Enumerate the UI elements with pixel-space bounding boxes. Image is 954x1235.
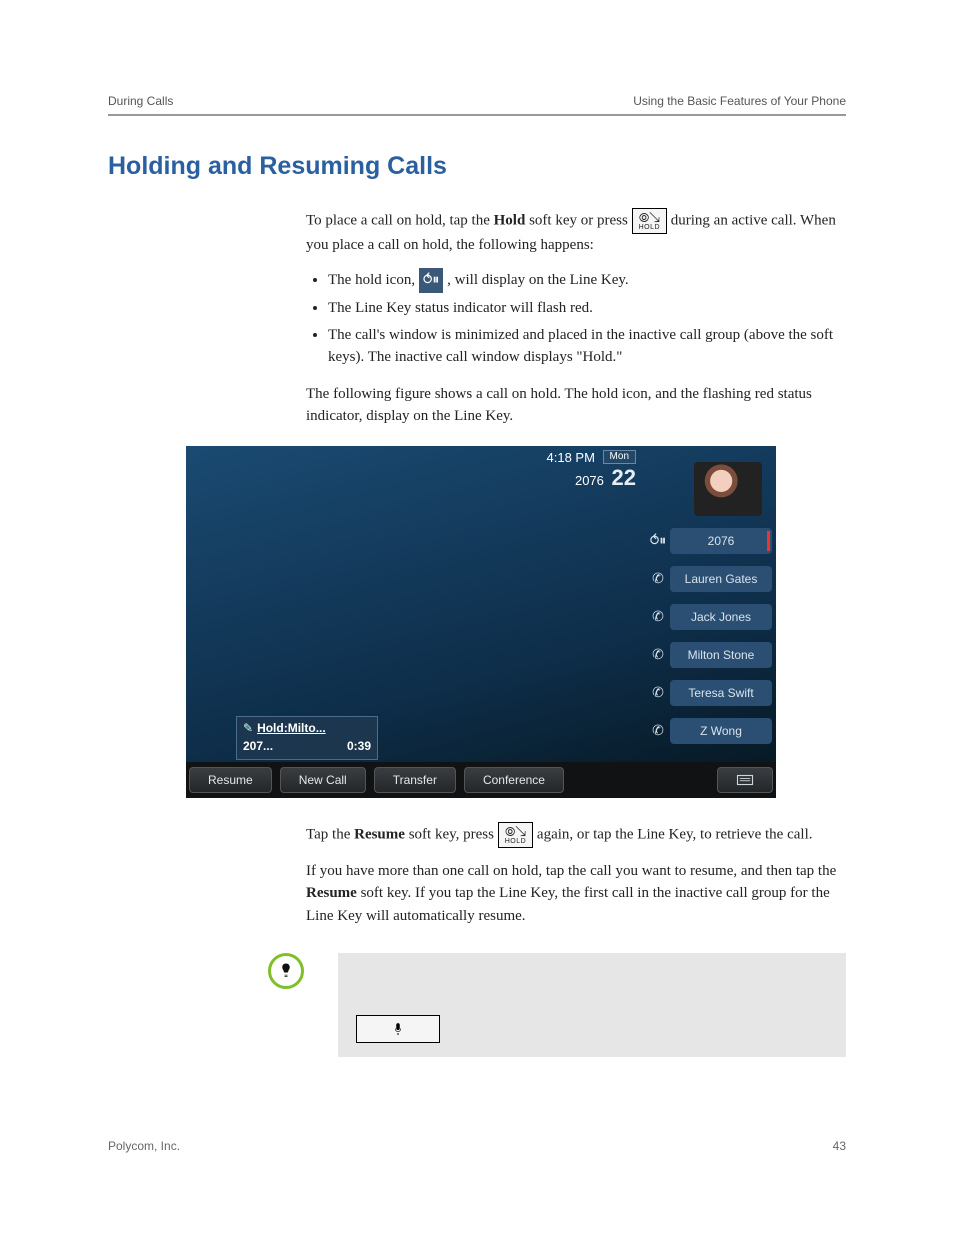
softkey-resume[interactable]: Resume bbox=[189, 767, 272, 793]
footer-left: Polycom, Inc. bbox=[108, 1137, 180, 1155]
speed-dial-icon: ✆ bbox=[646, 721, 670, 741]
footer-right: 43 bbox=[833, 1137, 846, 1155]
softkey-new-call[interactable]: New Call bbox=[280, 767, 366, 793]
speed-dial-icon: ✆ bbox=[646, 683, 670, 703]
status-ext: 2076 bbox=[575, 473, 604, 488]
hold-card-title: Hold:Milto... bbox=[257, 721, 326, 735]
hold-card-num: 207... bbox=[243, 737, 273, 755]
avatar bbox=[694, 462, 762, 516]
bullet-2: The Line Key status indicator will flash… bbox=[328, 297, 846, 320]
speed-dial-icon: ✆ bbox=[646, 645, 670, 665]
softkey-conference[interactable]: Conference bbox=[464, 767, 564, 793]
running-header: During Calls Using the Basic Features of… bbox=[108, 92, 846, 116]
softkey-more[interactable] bbox=[717, 767, 773, 793]
status-header: 4:18 PM Mon 2076 22 bbox=[547, 450, 637, 492]
para-4: If you have more than one call on hold, … bbox=[306, 860, 846, 928]
status-led bbox=[767, 531, 770, 551]
mute-key-icon bbox=[356, 1015, 440, 1043]
tip-callout bbox=[108, 953, 846, 1057]
bullet-list: The hold icon, ⥀⏸ , will display on the … bbox=[306, 268, 846, 369]
hold-key-icon: ⦾↘ HOLD bbox=[632, 208, 667, 234]
hold-label: Hold bbox=[494, 212, 526, 228]
line-key-4[interactable]: ✆ Teresa Swift bbox=[646, 678, 772, 708]
line-key-2[interactable]: ✆ Jack Jones bbox=[646, 602, 772, 632]
line-key-0[interactable]: ⥀⏸ 2076 bbox=[646, 526, 772, 556]
hold-icon: ⥀⏸ bbox=[646, 531, 670, 551]
softkey-bar: Resume New Call Transfer Conference bbox=[186, 762, 776, 798]
line-key-5[interactable]: ✆ Z Wong bbox=[646, 716, 772, 746]
header-left: During Calls bbox=[108, 92, 173, 110]
bullet-1: The hold icon, ⥀⏸ , will display on the … bbox=[328, 268, 846, 293]
resume-label-2: Resume bbox=[306, 885, 357, 901]
body-content: To place a call on hold, tap the Hold so… bbox=[306, 208, 846, 428]
status-date: 22 bbox=[612, 465, 636, 491]
hold-line-icon: ⥀⏸ bbox=[419, 268, 444, 293]
section-title: Holding and Resuming Calls bbox=[108, 148, 846, 186]
bullet-3: The call's window is minimized and place… bbox=[328, 324, 846, 369]
speed-dial-icon: ✆ bbox=[646, 607, 670, 627]
line-key-column: ⥀⏸ 2076 ✆ Lauren Gates ✆ Jack Jones ✆ Mi… bbox=[646, 526, 772, 754]
softkey-transfer[interactable]: Transfer bbox=[374, 767, 456, 793]
inactive-call-card[interactable]: ✎ Hold:Milto... 207... 0:39 bbox=[236, 716, 378, 760]
para-2: The following figure shows a call on hol… bbox=[306, 383, 846, 428]
header-right: Using the Basic Features of Your Phone bbox=[633, 92, 846, 110]
resume-label: Resume bbox=[354, 826, 405, 842]
phone-screenshot: 4:18 PM Mon 2076 22 ⥀⏸ 2076 ✆ Lauren Gat… bbox=[186, 446, 776, 798]
speed-dial-icon: ✆ bbox=[646, 569, 670, 589]
line-key-1[interactable]: ✆ Lauren Gates bbox=[646, 564, 772, 594]
hold-card-duration: 0:39 bbox=[347, 737, 371, 755]
hold-key-icon: ⦾↘ HOLD bbox=[498, 822, 533, 848]
page-footer: Polycom, Inc. 43 bbox=[108, 1137, 846, 1155]
tip-marker-icon bbox=[268, 953, 304, 989]
pencil-icon: ✎ bbox=[243, 721, 253, 735]
tip-panel bbox=[338, 953, 846, 1057]
para-3: Tap the Resume soft key, press ⦾↘ HOLD a… bbox=[306, 822, 846, 848]
line-key-3[interactable]: ✆ Milton Stone bbox=[646, 640, 772, 670]
status-day: Mon bbox=[603, 450, 636, 464]
para-1: To place a call on hold, tap the Hold so… bbox=[306, 208, 846, 257]
list-icon bbox=[736, 774, 754, 786]
status-time: 4:18 PM bbox=[547, 450, 595, 465]
